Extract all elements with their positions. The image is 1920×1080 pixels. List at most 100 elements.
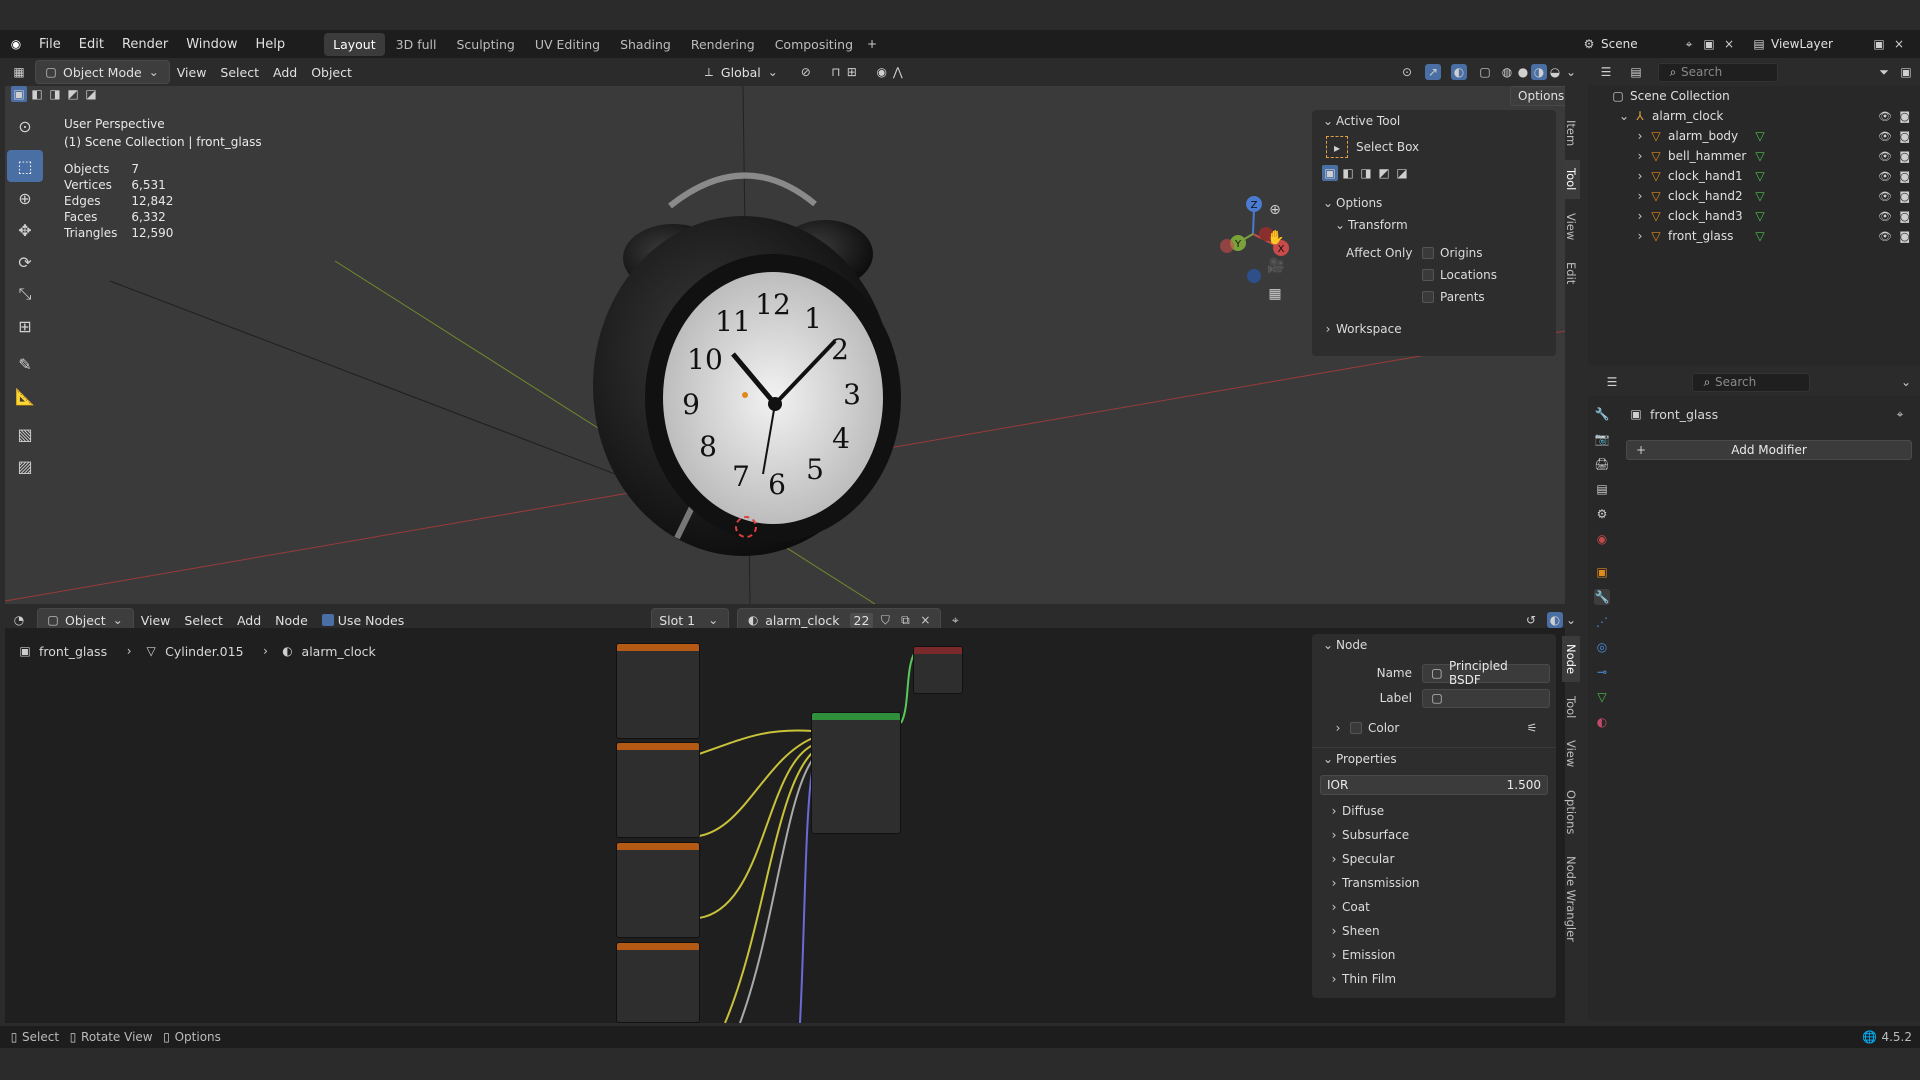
properties-search[interactable]: ⌕ Search [1692,372,1810,392]
image-texture-node[interactable] [616,742,700,838]
origins-checkbox[interactable] [1422,247,1434,259]
property-section-row[interactable]: › Coat [1312,895,1556,919]
color-presets-icon[interactable]: ⚟ [1524,720,1540,736]
tab-uv-editing[interactable]: UV Editing [526,33,609,56]
tab-layout[interactable]: Layout [324,32,385,56]
select-new-icon[interactable]: ▣ [11,86,27,102]
outliner-search[interactable]: ⌕ Search [1658,62,1778,82]
camera-icon[interactable]: ◙ [1899,210,1910,223]
tab-view[interactable]: View [1562,205,1580,248]
scale-tool-icon[interactable]: ⤡ [7,278,43,310]
pin-icon[interactable]: ⌖ [1892,406,1908,422]
overlay-toggle-icon[interactable]: ◐ [1547,612,1563,628]
proportional-edit-icon[interactable]: ◉ [874,64,890,80]
options-header[interactable]: ⌄ Options [1312,192,1556,214]
mode-dropdown[interactable]: ▢ Object Mode ⌄ [35,60,170,84]
add-cube-tool-icon[interactable]: ▧ [7,418,43,450]
material-tab-icon[interactable]: ◐ [1594,714,1610,730]
new-collection-icon[interactable]: ▣ [1898,64,1914,80]
close-icon[interactable]: × [1891,36,1907,52]
output-tab-icon[interactable]: 🖨 [1594,456,1610,472]
node-header-row[interactable]: ⌄ Node [1312,634,1556,656]
toggle-icon[interactable]: ⊙ [7,114,43,138]
xray-icon[interactable]: ▢ [1477,64,1493,80]
tab-view[interactable]: View [1562,732,1580,775]
chevron-right-icon[interactable]: › [1632,208,1648,224]
snap-icon[interactable]: ⊓ [828,64,844,80]
tab-rendering[interactable]: Rendering [682,33,764,56]
new-scene-icon[interactable]: ▣ [1701,36,1717,52]
camera-icon[interactable]: ◙ [1899,130,1910,143]
add-object-tool-icon[interactable]: ▨ [7,450,43,482]
physics-tab-icon[interactable]: ◎ [1594,639,1610,655]
eye-icon[interactable]: 👁 [1878,130,1892,143]
view-layer-tab-icon[interactable]: ▤ [1594,481,1610,497]
camera-icon[interactable]: ◙ [1899,110,1910,123]
camera-icon[interactable]: ◙ [1899,190,1910,203]
orientation-dropdown[interactable]: ⟂ Global ⌄ [694,61,788,83]
fake-user-shield-icon[interactable]: ⛉ [877,612,893,628]
cursor-tool-icon[interactable]: ⊕ [7,182,43,214]
workspace-header[interactable]: › Workspace [1312,318,1556,340]
camera-view-icon[interactable]: 🎥 [1267,258,1284,274]
active-tool-header[interactable]: ⌄ Active Tool [1312,110,1556,132]
transform-header[interactable]: ⌄ Transform [1312,214,1556,236]
eye-icon[interactable]: 👁 [1878,170,1892,183]
chevron-right-icon[interactable]: › [1632,228,1648,244]
property-section-row[interactable]: › Sheen [1312,919,1556,943]
unlink-icon[interactable]: × [917,612,933,628]
rotate-tool-icon[interactable]: ⟳ [7,246,43,278]
select-box-tool-icon[interactable]: ⬚ [7,150,43,182]
viewport-menu-add[interactable]: Add [266,62,304,83]
annotate-tool-icon[interactable]: ✎ [7,348,43,380]
tool-tab-icon[interactable]: 🔧 [1594,406,1610,422]
material-shading-icon[interactable]: ◑ [1531,64,1547,80]
scene-selector[interactable]: ⚙ Scene ⌖ ▣ × [1574,33,1744,55]
editor-type-icon[interactable]: ☰ [1598,64,1614,80]
eye-icon[interactable]: 👁 [1878,190,1892,203]
tab-sculpting[interactable]: Sculpting [447,33,523,56]
shading-options-icon[interactable]: ⌄ [1563,64,1579,80]
image-texture-node[interactable] [616,942,700,1023]
node-name-field[interactable]: ▢ Principled BSDF [1422,659,1550,687]
active-tool-row[interactable]: ▸ Select Box [1312,132,1556,162]
add-modifier-button[interactable]: + Add Modifier [1626,440,1912,460]
pin-icon[interactable]: ⌖ [947,612,963,628]
property-section-row[interactable]: › Subsurface [1312,823,1556,847]
move-tool-icon[interactable]: ✥ [7,214,43,246]
blender-logo-icon[interactable]: ◉ [8,36,24,52]
outliner-object-row[interactable]: › ▽ bell_hammer ▽ 👁 ◙ [1588,146,1920,166]
transform-tool-icon[interactable]: ⊞ [7,310,43,342]
collection-row[interactable]: ⌄ ⅄ alarm_clock 👁 ◙ [1588,106,1920,126]
falloff-icon[interactable]: ⋀ [890,64,906,80]
viewport-menu-view[interactable]: View [170,62,214,83]
overlay-toggle-icon[interactable]: ◐ [1451,64,1467,80]
constraints-tab-icon[interactable]: ⊸ [1594,664,1610,680]
editor-type-icon[interactable]: ▦ [11,64,27,80]
measure-tool-icon[interactable]: 📐 [7,380,43,412]
mode-extend-icon[interactable]: ◧ [1340,165,1356,181]
viewport-menu-select[interactable]: Select [213,62,266,83]
scene-tab-icon[interactable]: ⚙ [1594,506,1610,522]
tab-edit[interactable]: Edit [1562,254,1580,292]
pivot-icon[interactable]: ⊘ [798,64,814,80]
overlay-options-icon[interactable]: ⌄ [1563,612,1579,628]
parents-checkbox[interactable] [1422,291,1434,303]
snap-target-icon[interactable]: ⊞ [844,64,860,80]
filter-icon[interactable]: ⏷ [1876,64,1892,80]
select-invert-icon[interactable]: ◩ [65,86,81,102]
eye-icon[interactable]: 👁 [1878,230,1892,243]
render-tab-icon[interactable]: 📷 [1594,431,1610,447]
tab-item[interactable]: Item [1562,112,1580,154]
editor-type-icon[interactable]: ☰ [1604,374,1620,390]
tab-3d-full[interactable]: 3D full [387,33,446,56]
gizmo-toggle-icon[interactable]: ↗ [1425,64,1441,80]
ortho-grid-icon[interactable]: ▦ [1267,286,1283,302]
select-extend-icon[interactable]: ◧ [29,86,45,102]
menu-edit[interactable]: Edit [70,37,113,52]
chevron-right-icon[interactable]: › [1632,128,1648,144]
eye-icon[interactable]: 👁 [1878,210,1892,223]
outliner-object-row[interactable]: › ▽ clock_hand1 ▽ 👁 ◙ [1588,166,1920,186]
mode-subtract-icon[interactable]: ◨ [1358,165,1374,181]
data-tab-icon[interactable]: ▽ [1594,689,1610,705]
